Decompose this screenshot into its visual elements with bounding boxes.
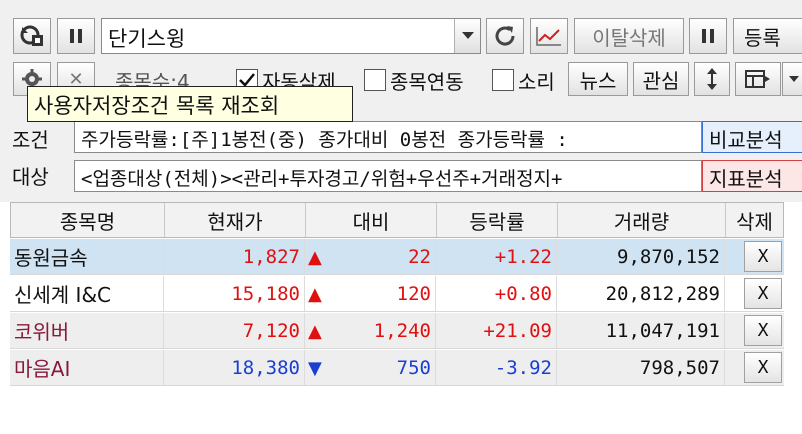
- price: 7,120: [164, 313, 305, 348]
- change: 120: [305, 276, 436, 311]
- stock-name: 마음AI: [10, 350, 164, 385]
- tooltip: 사용자저장조건 목록 재조회: [27, 86, 353, 122]
- lock-refresh-icon[interactable]: [13, 18, 51, 54]
- header-volume[interactable]: 거래량: [558, 203, 726, 237]
- sort-updown-icon[interactable]: [694, 62, 730, 96]
- delete-row-button[interactable]: X: [744, 241, 782, 272]
- condition-field[interactable]: 주가등락률:[주]1봉전(중) 종가대비 0봉전 종가등락률 :: [74, 121, 702, 153]
- header-name[interactable]: 종목명: [11, 203, 165, 237]
- header-delete[interactable]: 삭제: [726, 203, 783, 237]
- delete-row-button[interactable]: X: [744, 352, 782, 383]
- rate: +0.80: [436, 276, 557, 311]
- condition-select[interactable]: 단기스윙: [101, 18, 481, 54]
- rate: -3.92: [436, 350, 557, 385]
- header-price[interactable]: 현재가: [165, 203, 306, 237]
- price: 15,180: [164, 276, 305, 311]
- volume: 9,870,152: [557, 239, 725, 274]
- volume: 20,812,289: [557, 276, 725, 311]
- stock-link-label: 종목연동: [390, 70, 464, 94]
- compare-analysis-button[interactable]: 비교분석: [702, 121, 802, 153]
- exit-delete-label: 이탈삭제: [592, 25, 666, 50]
- news-button[interactable]: 뉴스: [568, 62, 628, 96]
- table-row[interactable]: 마음AI 18,380 ▼ 750 -3.92 798,507 X: [10, 350, 784, 386]
- table-row[interactable]: 동원금속 1,827 ▲ 22 +1.22 9,870,152 X: [10, 239, 784, 275]
- delete-row-button[interactable]: X: [744, 278, 782, 309]
- table-row[interactable]: 코위버 7,120 ▲ 1,240 +21.09 11,047,191 X: [10, 313, 784, 349]
- sound-checkbox[interactable]: [492, 69, 514, 91]
- compare-analysis-label: 비교분석: [709, 128, 783, 152]
- register-label: 등록: [744, 25, 781, 50]
- news-label: 뉴스: [579, 68, 617, 93]
- header-rate[interactable]: 등락률: [437, 203, 558, 237]
- chevron-down-icon[interactable]: [454, 19, 480, 53]
- table-row[interactable]: 신세계 I&C 15,180 ▲ 120 +0.80 20,812,289 X: [10, 276, 784, 312]
- indicator-analysis-button[interactable]: 지표분석: [702, 160, 802, 192]
- stock-name: 동원금속: [10, 239, 164, 274]
- register-button[interactable]: 등록: [733, 18, 802, 54]
- stock-link-checkbox[interactable]: [364, 69, 386, 91]
- stock-name: 코위버: [10, 313, 164, 348]
- volume: 11,047,191: [557, 313, 725, 348]
- price: 1,827: [164, 239, 305, 274]
- rate: +21.09: [436, 313, 557, 348]
- delete-row-button[interactable]: X: [744, 315, 782, 346]
- sound-label: 소리: [518, 70, 555, 94]
- column-layout-icon[interactable]: [735, 62, 781, 96]
- target-field[interactable]: <업종대상(전체)><관리+투자경고/위험+우선주+거래정지+: [74, 160, 702, 192]
- target-label: 대상: [12, 165, 49, 189]
- pause-icon[interactable]: [689, 18, 727, 54]
- change: 750: [305, 350, 436, 385]
- exit-delete-button[interactable]: 이탈삭제: [574, 18, 684, 54]
- change: 22: [305, 239, 436, 274]
- price: 18,380: [164, 350, 305, 385]
- pause-icon[interactable]: [57, 18, 95, 54]
- refresh-icon[interactable]: [486, 18, 524, 54]
- watch-button[interactable]: 관심: [633, 62, 689, 96]
- header-change[interactable]: 대비: [306, 203, 437, 237]
- table-header: 종목명 현재가 대비 등락률 거래량 삭제: [10, 202, 784, 238]
- change: 1,240: [305, 313, 436, 348]
- volume: 798,507: [557, 350, 725, 385]
- chevron-down-icon[interactable]: [782, 62, 802, 96]
- condition-name: 단기스윙: [108, 27, 186, 51]
- chart-icon[interactable]: [530, 18, 568, 54]
- watch-label: 관심: [642, 68, 680, 93]
- rate: +1.22: [436, 239, 557, 274]
- stock-name: 신세계 I&C: [10, 276, 164, 311]
- indicator-analysis-label: 지표분석: [709, 167, 783, 191]
- condition-label: 조건: [12, 128, 49, 152]
